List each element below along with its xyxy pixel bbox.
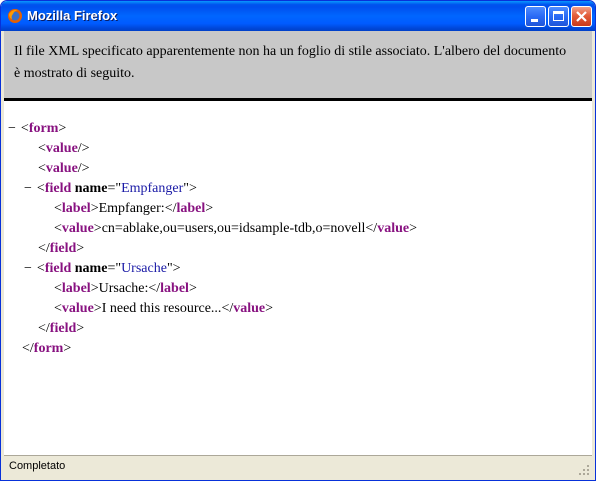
tag-value: value [61,221,94,236]
maximize-button[interactable] [548,6,569,27]
resize-grip-icon[interactable] [576,462,590,476]
form-open-line: − <form> [8,121,67,136]
tag-value: value [45,141,78,156]
close-icon [576,11,587,22]
status-bar: Completato [4,455,592,478]
form-close-line: </form> [22,341,72,356]
browser-window: Mozilla Firefox Il file XML specificato … [0,0,596,481]
attr-value-field-1: Empfanger [121,181,184,196]
tag-label-close: label [176,201,206,216]
label-line-1: <label>Empfanger:</label> [54,201,214,216]
field-close-line-2: </field> [38,321,85,336]
value-text-1: cn=ablake,ou=users,ou=idsample-tdb,o=nov… [101,221,366,236]
tag-value: value [45,161,78,176]
maximize-icon [553,11,564,21]
attr-value-field-2: Ursache [121,261,167,276]
label-text-2: Ursache: [98,281,149,296]
minimize-button[interactable] [525,6,546,27]
firefox-icon [8,9,22,23]
attr-name: name [74,261,108,276]
tag-label-close: label [160,281,189,296]
collapse-toggle-form[interactable]: − [8,121,16,136]
collapse-toggle-field-1[interactable]: − [24,181,32,196]
field-open-line-2: − <field name="Ursache"> [24,261,181,276]
xml-notice-text: Il file XML specificato apparentemente n… [14,44,567,81]
window-title: Mozilla Firefox [27,8,118,23]
tag-field-close: field [49,241,77,256]
tag-value-close: value [233,301,266,316]
tag-label: label [61,201,91,216]
value-text-2: I need this resource... [101,301,222,316]
collapse-toggle-field-2[interactable]: − [24,261,32,276]
attr-name: name [74,181,108,196]
tag-value: value [61,301,94,316]
value-line-1: <value>cn=ablake,ou=users,ou=idsample-td… [54,221,417,236]
label-line-2: <label>Ursache:</label> [54,281,197,296]
tag-field: field [44,261,72,276]
tag-field-close: field [49,321,77,336]
tag-form: form [28,121,59,136]
label-text-1: Empfanger: [98,201,165,216]
xml-notice-banner: Il file XML specificato apparentemente n… [4,31,592,101]
field-close-line-1: </field> [38,241,85,256]
tag-label: label [61,281,91,296]
field-open-line-1: − <field name="Empfanger"> [24,181,197,196]
title-bar[interactable]: Mozilla Firefox [1,1,595,31]
value-empty-line-1: <value/> [38,141,90,156]
close-button[interactable] [571,6,592,27]
tag-field: field [44,181,72,196]
tag-value-close: value [377,221,410,236]
document-viewport[interactable]: Il file XML specificato apparentemente n… [4,31,592,455]
tag-form-close: form [33,341,64,356]
status-text: Completato [9,460,66,472]
minimize-icon [531,19,538,22]
value-empty-line-2: <value/> [38,161,90,176]
value-line-2: <value>I need this resource...</value> [54,301,274,316]
